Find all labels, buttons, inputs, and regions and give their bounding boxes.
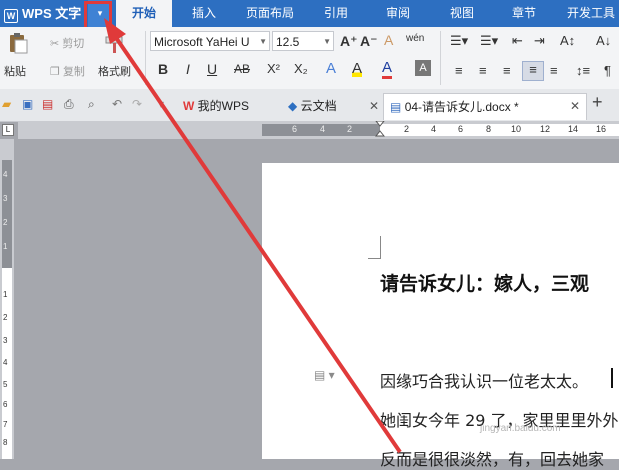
arrow-head <box>104 18 126 44</box>
red-arrow-annotation <box>104 18 402 454</box>
arrow-shaft <box>106 24 402 454</box>
